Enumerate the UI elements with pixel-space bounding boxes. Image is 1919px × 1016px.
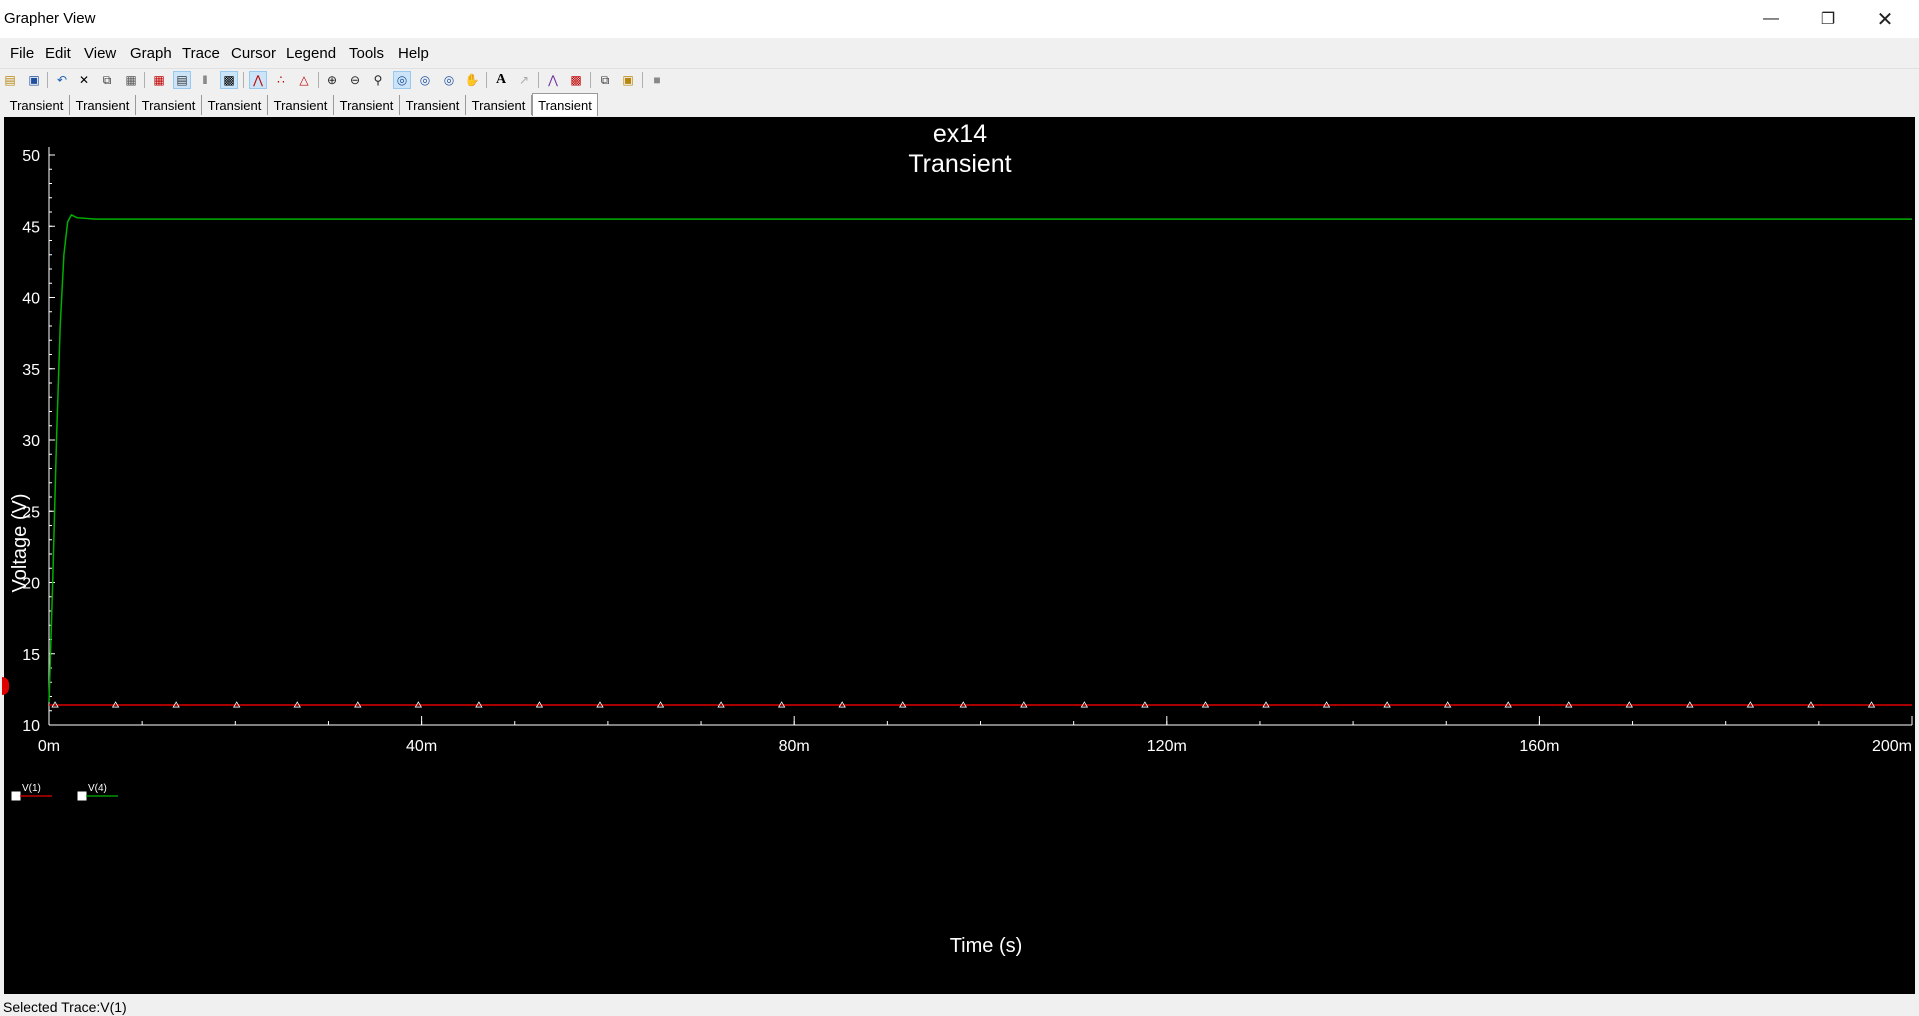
y-tick-label: 35 [22, 362, 40, 379]
trace-V(4) [48, 213, 1912, 703]
status-text: Selected Trace:V(1) [3, 999, 127, 1015]
pan-icon[interactable]: ✋ [463, 71, 481, 89]
toolbar-separator [47, 72, 48, 88]
tab-transient-5[interactable]: Transient [268, 95, 334, 115]
x-tick-label: 200m [1872, 738, 1912, 755]
y-tick-label: 15 [22, 647, 40, 664]
toolbar-separator [144, 72, 145, 88]
overlay-icon[interactable]: ▩ [220, 71, 238, 89]
marker-icon[interactable]: △ [295, 71, 313, 89]
x-tick-label: 0m [38, 738, 60, 755]
title-bar: Grapher View — ❐ ✕ [0, 0, 1919, 38]
merge-icon[interactable]: ▣ [619, 71, 637, 89]
legend-label: V(4) [88, 783, 107, 794]
chart-svg[interactable]: ex14 Transient Time (s) Voltage (V) 1015… [4, 117, 1915, 994]
paste-icon[interactable]: ▦ [122, 71, 140, 89]
y-tick-label: 30 [22, 433, 40, 450]
minimize-icon[interactable]: — [1743, 0, 1799, 38]
menu-bar: File Edit View Graph Trace Cursor Legend… [0, 42, 1919, 66]
tab-strip: Transient Transient Transient Transient … [0, 92, 1919, 116]
toolbar: ▤ ▣ ↶ ✕ ⧉ ▦ ▦ ▤ ‖ ▩ ⋀ ∴ △ ⊕ ⊖ ⚲ ◎ ◎ ◎ ✋ … [0, 68, 1919, 91]
y-tick-label: 20 [22, 576, 40, 593]
grid-icon[interactable]: ▦ [150, 71, 168, 89]
legend-checkbox [11, 791, 21, 801]
x-tick-label: 160m [1519, 738, 1559, 755]
zoom-x-icon[interactable]: ◎ [393, 71, 411, 89]
window-title: Grapher View [4, 10, 96, 27]
copy-icon[interactable]: ⧉ [98, 71, 116, 89]
zoom-out-icon[interactable]: ⊖ [346, 71, 364, 89]
legend-icon[interactable]: ▤ [173, 71, 191, 89]
y-tick-label: 10 [22, 718, 40, 735]
open-icon[interactable]: ▤ [1, 71, 19, 89]
menu-graph[interactable]: Graph [130, 45, 172, 62]
tab-transient-4[interactable]: Transient [202, 95, 268, 115]
toolbar-separator [243, 72, 244, 88]
invert-icon[interactable]: ⋀ [544, 71, 562, 89]
menu-view[interactable]: View [84, 45, 116, 62]
tab-transient-2[interactable]: Transient [70, 95, 136, 115]
y-tick-label: 40 [22, 291, 40, 308]
data-points-icon[interactable]: ∴ [272, 71, 290, 89]
cut-icon[interactable]: ✕ [75, 71, 93, 89]
tab-transient-6[interactable]: Transient [334, 95, 400, 115]
traces [48, 213, 1912, 708]
tab-transient-7[interactable]: Transient [400, 95, 466, 115]
tab-transient-8[interactable]: Transient [466, 95, 532, 115]
x-tick-label: 120m [1147, 738, 1187, 755]
text-icon[interactable]: A [492, 71, 510, 89]
x-tick-label: 40m [406, 738, 437, 755]
undo-icon[interactable]: ↶ [53, 71, 71, 89]
restore-icon[interactable]: ❐ [1800, 0, 1856, 38]
cursors-icon[interactable]: ‖ [196, 71, 214, 89]
save-icon[interactable]: ▣ [25, 71, 43, 89]
menu-tools[interactable]: Tools [349, 45, 384, 62]
tab-transient-3[interactable]: Transient [136, 95, 202, 115]
menu-trace[interactable]: Trace [182, 45, 220, 62]
legend-checkbox [77, 791, 87, 801]
close-icon[interactable]: ✕ [1857, 0, 1913, 38]
x-axis-label: Time (s) [950, 935, 1023, 957]
zoom-y-icon[interactable]: ◎ [416, 71, 434, 89]
toolbar-separator [486, 72, 487, 88]
zoom-fit-icon[interactable]: ⚲ [369, 71, 387, 89]
chart-title: ex14 [933, 120, 987, 148]
y-tick-label: 45 [22, 219, 40, 236]
select-trace-icon[interactable]: ⋀ [249, 71, 267, 89]
toolbar-separator [538, 72, 539, 88]
zoom-area-icon[interactable]: ◎ [440, 71, 458, 89]
toolbar-separator [590, 72, 591, 88]
label-icon[interactable]: ↗ [515, 71, 533, 89]
menu-cursor[interactable]: Cursor [231, 45, 276, 62]
zoom-in-icon[interactable]: ⊕ [323, 71, 341, 89]
y-tick-label: 50 [22, 148, 40, 165]
chart-subtitle: Transient [908, 150, 1011, 178]
legend-label: V(1) [22, 783, 41, 794]
tab-transient-9[interactable]: Transient [532, 93, 598, 116]
axes [48, 147, 1912, 726]
menu-file[interactable]: File [10, 45, 34, 62]
tab-transient-1[interactable]: Transient [4, 95, 70, 115]
stop-icon[interactable]: ■ [648, 71, 666, 89]
menu-edit[interactable]: Edit [45, 45, 71, 62]
copy-graph-icon[interactable]: ⧉ [596, 71, 614, 89]
x-tick-label: 80m [779, 738, 810, 755]
graph-area[interactable]: ex14 Transient Time (s) Voltage (V) 10 15… [2, 117, 1915, 994]
export-icon[interactable]: ▩ [567, 71, 585, 89]
y-tick-label: 25 [22, 504, 40, 521]
status-bar: Selected Trace:V(1) [0, 996, 1919, 1016]
ticks: 10 15 20 25 30 35 40 45 50 0m 40m 80m 120m 160m 200m [22, 148, 1913, 755]
toolbar-separator [318, 72, 319, 88]
legend[interactable]: V(1) V(4) [11, 783, 118, 801]
menu-legend[interactable]: Legend [286, 45, 336, 62]
menu-help[interactable]: Help [398, 45, 429, 62]
toolbar-separator [642, 72, 643, 88]
